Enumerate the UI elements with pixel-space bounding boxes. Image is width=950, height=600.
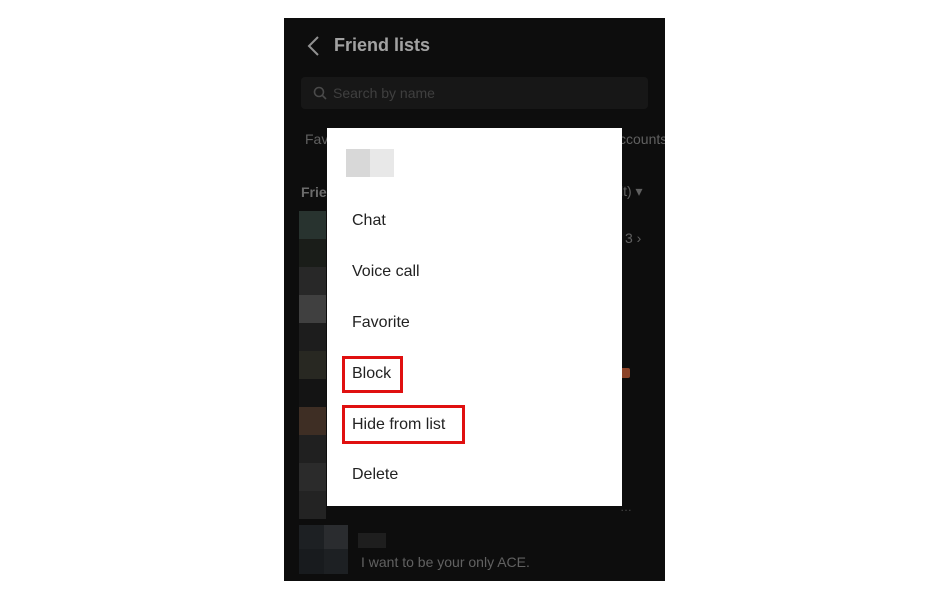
highlight-box-hide-from-list (342, 405, 465, 444)
menu-item-delete[interactable]: Delete (352, 466, 398, 484)
menu-item-voice-call[interactable]: Voice call (352, 263, 420, 281)
context-menu: Chat Voice call Favorite Block Hide from… (327, 128, 622, 506)
menu-avatar (346, 149, 394, 177)
menu-item-favorite[interactable]: Favorite (352, 314, 410, 332)
menu-item-chat[interactable]: Chat (352, 212, 386, 230)
highlight-box-block (342, 356, 403, 393)
